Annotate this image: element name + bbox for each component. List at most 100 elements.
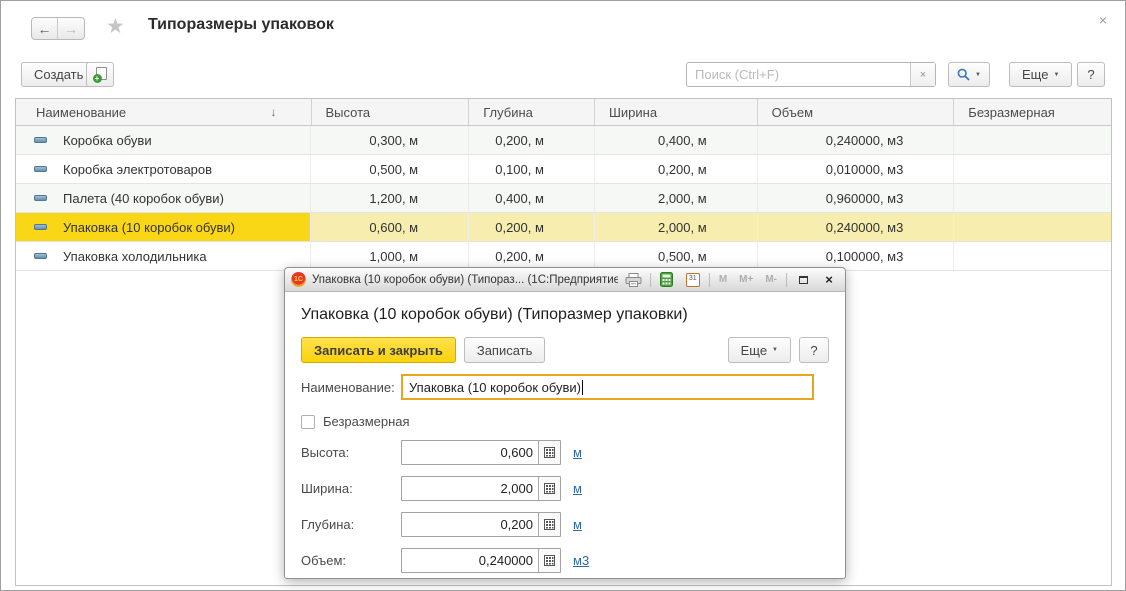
dialog-close-button[interactable]: × (819, 271, 839, 289)
height-calc-button[interactable] (538, 441, 560, 464)
page-close-icon[interactable]: × (1099, 12, 1107, 28)
width-input[interactable]: 2,000 (401, 476, 561, 501)
search-settings-button[interactable]: ▼ (948, 62, 990, 87)
height-input[interactable]: 0,600 (401, 440, 561, 465)
separator (650, 273, 651, 287)
cell-name[interactable]: Упаковка (10 коробок обуви) (16, 213, 311, 241)
cell-name[interactable]: Коробка электротоваров (16, 155, 311, 183)
list-item-icon (34, 195, 47, 201)
calculator-button[interactable] (657, 271, 677, 289)
edit-dialog: 1С Упаковка (10 коробок обуви) (Типораз.… (284, 267, 846, 579)
text-caret (582, 380, 583, 395)
dimensionless-label: Безразмерная (323, 414, 410, 429)
cell-height[interactable]: 0,600, м (311, 213, 469, 241)
calc-grid-icon (544, 483, 555, 494)
height-unit-link[interactable]: м (573, 445, 582, 460)
chevron-down-icon: ▼ (1053, 72, 1059, 78)
cell-width[interactable]: 0,500, м (595, 242, 758, 270)
search-box: × (686, 62, 936, 87)
depth-unit-link[interactable]: м (573, 517, 582, 532)
cell-dimensionless[interactable] (954, 242, 1111, 270)
cell-height[interactable]: 0,300, м (311, 126, 469, 154)
cell-dimensionless[interactable] (954, 184, 1111, 212)
cell-depth[interactable]: 0,200, м (469, 242, 595, 270)
save-button[interactable]: Записать (464, 337, 546, 363)
calc-grid-icon (544, 447, 555, 458)
volume-unit-link[interactable]: м3 (573, 553, 589, 568)
column-header-volume[interactable]: Объем (758, 99, 955, 125)
calendar-button[interactable]: 31 (683, 271, 703, 289)
volume-calc-button[interactable] (538, 549, 560, 572)
depth-input[interactable]: 0,200 (401, 512, 561, 537)
header-label: Наименование (36, 105, 126, 120)
cell-volume[interactable]: 0,240000, м3 (758, 126, 955, 154)
memory-mplus-button[interactable]: M+ (736, 274, 756, 285)
name-input[interactable]: Упаковка (10 коробок обуви) (401, 374, 814, 400)
cell-depth[interactable]: 0,200, м (469, 213, 595, 241)
favorite-star-icon[interactable]: ★ (106, 14, 125, 39)
volume-input[interactable]: 0,240000 (401, 548, 561, 573)
column-header-dimensionless[interactable]: Безразмерная (954, 99, 1111, 125)
more-button[interactable]: Еще ▼ (1009, 62, 1072, 87)
cell-volume[interactable]: 0,100000, м3 (758, 242, 955, 270)
new-item-icon-button[interactable]: + (86, 62, 114, 87)
dialog-more-button[interactable]: Еще ▼ (728, 337, 791, 363)
cell-volume[interactable]: 0,240000, м3 (758, 213, 955, 241)
cell-height[interactable]: 1,200, м (311, 184, 469, 212)
cell-width[interactable]: 0,400, м (595, 126, 758, 154)
table-row[interactable]: Палета (40 коробок обуви) 1,200, м 0,400… (16, 184, 1111, 213)
table-row-selected[interactable]: Упаковка (10 коробок обуви) 0,600, м 0,2… (16, 213, 1111, 242)
search-clear-icon[interactable]: × (910, 63, 935, 86)
1c-logo-icon: 1С (291, 272, 306, 287)
cell-dimensionless[interactable] (954, 155, 1111, 183)
name-field-label: Наименование: (301, 380, 401, 395)
calendar-day-label: 31 (687, 274, 699, 283)
cell-depth[interactable]: 0,100, м (469, 155, 595, 183)
height-value: 0,600 (402, 441, 538, 464)
search-input[interactable] (687, 63, 910, 86)
column-header-name[interactable]: Наименование ↓ (16, 99, 312, 125)
width-unit-link[interactable]: м (573, 481, 582, 496)
list-item-icon (34, 253, 47, 259)
more-label: Еще (1022, 67, 1048, 82)
dimensionless-checkbox[interactable] (301, 415, 315, 429)
dialog-titlebar[interactable]: 1С Упаковка (10 коробок обуви) (Типораз.… (285, 268, 845, 292)
memory-mminus-button[interactable]: M- (762, 274, 780, 285)
column-header-width[interactable]: Ширина (595, 99, 758, 125)
cell-name[interactable]: Коробка обуви (16, 126, 311, 154)
forward-button[interactable]: → (58, 18, 84, 39)
width-field-row: Ширина: 2,000 м (301, 476, 829, 501)
cell-width[interactable]: 2,000, м (595, 213, 758, 241)
depth-calc-button[interactable] (538, 513, 560, 536)
cell-depth[interactable]: 0,200, м (469, 126, 595, 154)
calc-grid-icon (544, 519, 555, 530)
cell-height[interactable]: 1,000, м (311, 242, 469, 270)
cell-height[interactable]: 0,500, м (311, 155, 469, 183)
cell-name[interactable]: Палета (40 коробок обуви) (16, 184, 311, 212)
maximize-button[interactable] (793, 271, 813, 289)
back-button[interactable]: ← (32, 18, 58, 39)
cell-volume[interactable]: 0,960000, м3 (758, 184, 955, 212)
print-button[interactable] (624, 271, 644, 289)
cell-dimensionless[interactable] (954, 126, 1111, 154)
back-arrow-icon: ← (38, 21, 52, 37)
depth-value: 0,200 (402, 513, 538, 536)
cell-depth[interactable]: 0,400, м (469, 184, 595, 212)
dialog-title: Упаковка (10 коробок обуви) (Типораз... … (312, 274, 618, 286)
volume-field-row: Объем: 0,240000 м3 (301, 548, 829, 573)
cell-width[interactable]: 0,200, м (595, 155, 758, 183)
memory-m-button[interactable]: M (716, 274, 730, 285)
calendar-icon: 31 (686, 273, 700, 287)
cell-dimensionless[interactable] (954, 213, 1111, 241)
dialog-help-button[interactable]: ? (799, 337, 829, 363)
cell-volume[interactable]: 0,010000, м3 (758, 155, 955, 183)
column-header-height[interactable]: Высота (312, 99, 470, 125)
cell-width[interactable]: 2,000, м (595, 184, 758, 212)
save-close-button[interactable]: Записать и закрыть (301, 337, 456, 363)
help-button[interactable]: ? (1077, 62, 1105, 87)
table-row[interactable]: Коробка электротоваров 0,500, м 0,100, м… (16, 155, 1111, 184)
width-calc-button[interactable] (538, 477, 560, 500)
column-header-depth[interactable]: Глубина (469, 99, 595, 125)
table-row[interactable]: Коробка обуви 0,300, м 0,200, м 0,400, м… (16, 126, 1111, 155)
cell-name[interactable]: Упаковка холодильника (16, 242, 311, 270)
